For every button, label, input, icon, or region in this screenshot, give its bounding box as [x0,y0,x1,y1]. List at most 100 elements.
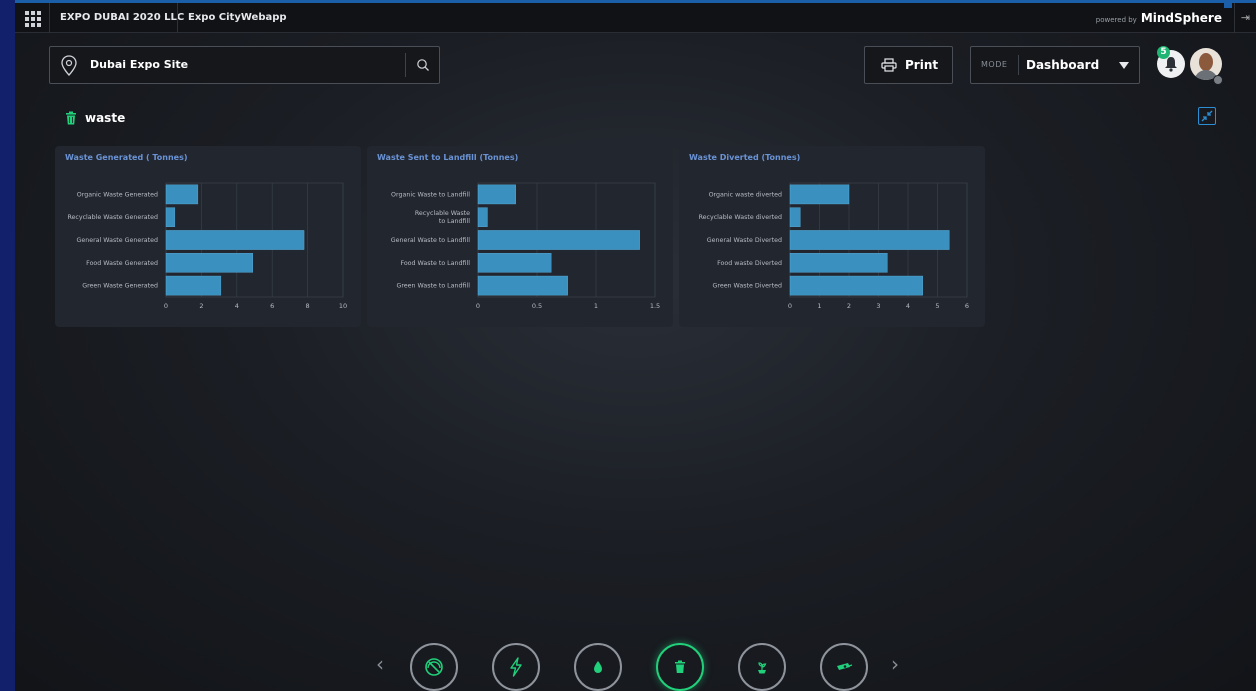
presence-status-dot [1213,75,1223,85]
print-button[interactable]: Print [864,46,953,84]
x-tick-label: 1 [594,302,598,310]
bar [789,184,850,205]
category-label: Green Waste Diverted [712,283,782,290]
collapse-button[interactable] [1198,107,1216,125]
bar [789,275,923,296]
water-drop-icon [594,661,602,673]
waste-diverted-chart: 0 1 2 3 4 5 6 Organic waste diverted Recyclable … [699,182,969,310]
x-tick-label: 4 [906,302,910,310]
search-button[interactable] [405,53,439,77]
nav-water-button[interactable] [574,643,622,691]
print-label: Print [905,58,939,72]
x-tick-label: 8 [306,302,310,310]
nav-landscape-button[interactable] [738,643,786,691]
x-tick-label: 6 [270,302,274,310]
bar [165,184,199,205]
brand-tag [1224,2,1232,8]
bar [165,207,176,227]
powered-by-label: powered by [1095,16,1137,24]
chart-title: Waste Generated ( Tonnes) [65,153,188,162]
x-tick-label: 0 [164,302,168,310]
x-tick-label: 0 [476,302,480,310]
collapse-arrows-icon [1201,110,1213,122]
category-label: General Waste to Landfill [391,237,471,244]
mode-value: Dashboard [1026,58,1100,72]
waste-landfill-card: Waste Sent to Landfill (Tonnes) 0 0.5 1 1.5… [367,146,673,327]
nav-next-icon[interactable]: › [891,654,899,674]
x-tick-label: 1.5 [650,302,660,310]
top-bar: EXPO DUBAI 2020 LLC Expo CityWebapp powe… [15,0,1256,33]
waste-diverted-card: Waste Diverted (Tonnes) 0 1 2 3 4 5 6 Organic w… [679,146,985,327]
trash-icon [675,660,685,673]
bar [477,230,640,250]
bar [165,253,253,273]
left-edge-strip [0,0,15,691]
bar [477,253,552,273]
x-tick-label: 0 [788,302,792,310]
category-label: General Waste Diverted [707,237,782,244]
mode-select[interactable]: MODE Dashboard [970,46,1140,84]
bar [477,184,516,205]
brand-name: MindSphere [1140,11,1222,25]
chart-title: Waste Sent to Landfill (Tonnes) [377,153,519,162]
breadcrumb-app[interactable]: Expo CityWebapp [177,3,297,33]
waste-generated-chart: 0 2 4 6 8 10 Organic Waste Generated Recyclable… [67,182,347,310]
site-selector[interactable]: Dubai Expo Site [49,46,440,84]
x-tick-label: 5 [935,302,939,310]
category-label: Organic waste diverted [709,191,782,198]
bar [165,275,222,296]
x-tick-label: 2 [847,302,851,310]
bar [789,207,801,227]
breadcrumb-app-label: Expo CityWebapp [188,12,287,23]
x-tick-label: 2 [199,302,203,310]
category-label: to Landfill [439,218,470,225]
breadcrumb-company[interactable]: EXPO DUBAI 2020 LLC [49,3,194,33]
plant-icon [758,662,767,674]
x-tick-label: 6 [965,302,969,310]
chart-title: Waste Diverted (Tonnes) [689,153,801,162]
bar [477,207,488,227]
category-label: Recyclable Waste [415,210,470,217]
section-title: waste [85,111,126,125]
location-pin-icon [61,55,77,76]
nav-prev-icon[interactable]: ‹ [376,654,384,674]
nav-energy-button[interactable] [492,643,540,691]
trash-icon [66,111,76,125]
category-label: Green Waste to Landfill [396,283,470,290]
app-launcher-icon[interactable] [23,9,41,27]
bar [477,275,568,296]
x-tick-label: 1 [817,302,821,310]
logout-icon[interactable]: ⇥ [1234,3,1256,33]
site-name: Dubai Expo Site [90,58,189,71]
cctv-camera-icon [837,663,853,670]
category-label: Food Waste Generated [86,260,158,267]
speedometer-icon [425,658,443,676]
notification-count-badge: 5 [1157,46,1170,59]
printer-icon [881,58,897,72]
waste-generated-card: Waste Generated ( Tonnes) 0 2 4 6 8 10 Organic… [55,146,361,327]
avatar-head [1199,53,1213,71]
x-tick-label: 4 [235,302,239,310]
category-label: Green Waste Generated [82,283,158,290]
category-label: Recyclable Waste diverted [699,214,782,221]
nav-waste-button[interactable] [656,643,704,691]
section-header: waste [65,110,125,126]
bar [165,230,305,250]
bar [789,230,950,250]
x-tick-label: 10 [339,302,347,310]
brand-logo: powered by MindSphere [1096,3,1222,33]
x-tick-label: 3 [876,302,880,310]
lightning-icon [510,657,522,677]
nav-security-button[interactable] [820,643,868,691]
app-window: EXPO DUBAI 2020 LLC Expo CityWebapp powe… [15,0,1256,691]
category-label: Food Waste to Landfill [400,260,470,267]
nav-speedometer-button[interactable] [410,643,458,691]
bottom-nav: ‹ › [15,637,1256,691]
category-label: Food waste Diverted [717,260,782,267]
search-icon [417,59,429,71]
category-label: Recyclable Waste Generated [67,214,158,221]
mode-divider [1018,55,1019,75]
category-label: General Waste Generated [76,237,158,244]
mode-label: MODE [981,60,1008,69]
category-label: Organic Waste Generated [77,191,158,198]
